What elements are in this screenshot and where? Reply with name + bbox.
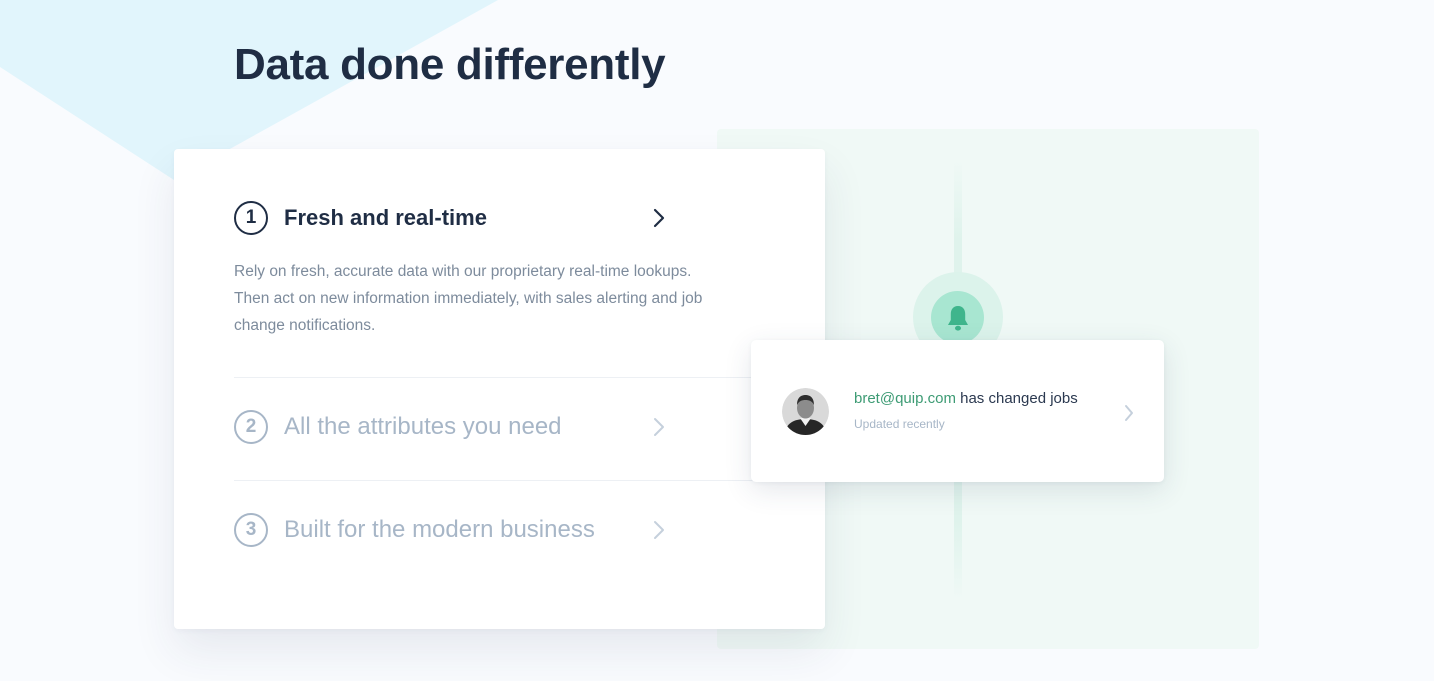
page-title: Data done differently xyxy=(234,40,666,89)
feature-number-badge: 3 xyxy=(234,513,268,547)
feature-item-modern-business[interactable]: 3 Built for the modern business xyxy=(234,513,824,549)
notification-message: bret@quip.com has changed jobs xyxy=(854,389,1078,409)
features-card: 1 Fresh and real-time Rely on fresh, acc… xyxy=(174,149,825,629)
job-change-notification[interactable]: bret@quip.com has changed jobs Updated r… xyxy=(751,340,1164,482)
feature-header[interactable]: 1 Fresh and real-time xyxy=(234,201,824,237)
notification-action-text: has changed jobs xyxy=(960,390,1078,407)
chevron-right-icon[interactable] xyxy=(1123,403,1135,423)
feature-title[interactable]: Fresh and real-time xyxy=(284,201,487,235)
feature-title[interactable]: All the attributes you need xyxy=(284,410,562,444)
chevron-right-icon[interactable] xyxy=(652,207,666,229)
feature-header[interactable]: 2 All the attributes you need xyxy=(234,410,824,446)
chevron-right-icon[interactable] xyxy=(652,416,666,438)
feature-description: Rely on fresh, accurate data with our pr… xyxy=(234,263,703,334)
feature-header[interactable]: 3 Built for the modern business xyxy=(234,513,824,549)
feature-item-attributes[interactable]: 2 All the attributes you need xyxy=(234,410,824,446)
chevron-right-icon[interactable] xyxy=(652,519,666,541)
feature-title[interactable]: Built for the modern business xyxy=(284,513,595,547)
bell-badge xyxy=(931,291,984,344)
feature-item-fresh[interactable]: 1 Fresh and real-time Rely on fresh, acc… xyxy=(234,201,824,334)
feature-number-badge: 1 xyxy=(234,201,268,235)
divider xyxy=(234,377,754,378)
bell-icon xyxy=(947,305,968,331)
feature-number-badge: 2 xyxy=(234,410,268,444)
avatar xyxy=(782,388,829,435)
notification-subtext: Updated recently xyxy=(854,417,945,431)
notification-email[interactable]: bret@quip.com xyxy=(854,390,956,407)
divider xyxy=(234,480,754,481)
